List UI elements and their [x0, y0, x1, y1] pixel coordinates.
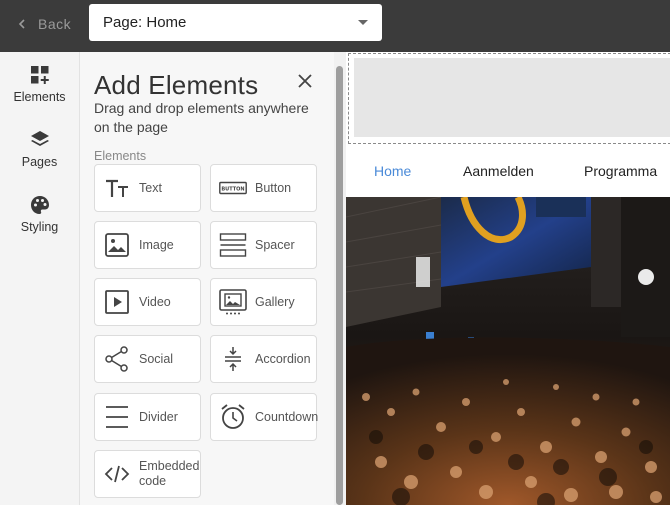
video-icon [105, 290, 129, 314]
gallery-icon [219, 289, 247, 315]
panel-title: Add Elements [94, 70, 259, 100]
top-bar: Back Page: Home [0, 0, 670, 52]
panel-scrollbar-thumb[interactable] [336, 66, 343, 505]
accordion-icon [225, 347, 241, 371]
element-label: Accordion [255, 351, 311, 366]
element-tile-gallery[interactable]: Gallery [210, 278, 317, 326]
element-tile-video[interactable]: Video [94, 278, 201, 326]
back-button[interactable]: Back [14, 14, 71, 34]
rail-item-label: Elements [13, 90, 66, 104]
element-tile-text[interactable]: Text [94, 164, 201, 212]
alarm-clock-icon [221, 404, 245, 429]
element-label: Gallery [255, 294, 295, 309]
element-label: Divider [139, 409, 178, 424]
element-tile-spacer[interactable]: Spacer [210, 221, 317, 269]
element-label: Image [139, 237, 174, 252]
element-label: Social [139, 351, 174, 366]
element-label: Countdown [255, 409, 319, 424]
left-rail: Elements Pages Styling [0, 52, 80, 505]
element-tile-button[interactable]: BUTTON Button [210, 164, 317, 212]
rail-item-elements[interactable]: Elements [0, 64, 79, 116]
chevron-left-icon [18, 19, 25, 29]
button-icon-text: BUTTON [221, 186, 244, 192]
element-label: Video [139, 294, 171, 309]
element-label: Button [255, 180, 292, 195]
element-tile-embedded-code[interactable]: Embedded code [94, 450, 201, 498]
element-tile-divider[interactable]: Divider [94, 393, 201, 441]
text-icon [106, 179, 128, 197]
divider-icon [106, 406, 128, 428]
element-label: Embedded code [139, 459, 200, 488]
page-preview: Home Aanmelden Programma [346, 52, 670, 505]
element-tile-social[interactable]: Social [94, 335, 201, 383]
grid-plus-icon [30, 66, 49, 84]
rail-item-pages[interactable]: Pages [0, 129, 79, 181]
rail-item-styling[interactable]: Styling [0, 194, 79, 246]
element-label: Text [139, 180, 162, 195]
palette-icon [30, 196, 49, 214]
element-tile-image[interactable]: Image [94, 221, 201, 269]
add-elements-panel: Add Elements Drag and drop elements anyw… [80, 52, 334, 505]
close-icon[interactable] [296, 72, 314, 90]
spacer-icon [219, 233, 247, 257]
element-label: Spacer [255, 237, 295, 252]
hero-image [346, 197, 670, 505]
element-tile-countdown[interactable]: Countdown [210, 393, 319, 441]
rail-item-label: Pages [21, 155, 58, 169]
image-icon [105, 233, 129, 257]
code-icon [104, 465, 130, 483]
nav-link-home[interactable]: Home [374, 163, 411, 179]
layers-icon [30, 131, 49, 146]
section-label: Elements [94, 149, 147, 163]
share-icon [105, 346, 128, 372]
panel-subtitle: Drag and drop elements anywhere on the p… [94, 100, 309, 135]
header-placeholder [354, 58, 670, 137]
nav-link-aanmelden[interactable]: Aanmelden [463, 163, 534, 179]
page-select[interactable]: Page: Home [89, 4, 382, 41]
element-tile-accordion[interactable]: Accordion [210, 335, 317, 383]
nav-link-programma[interactable]: Programma [584, 163, 657, 179]
page-select-value: Page: Home [103, 14, 187, 31]
chevron-down-icon [358, 20, 368, 25]
button-icon: BUTTON [219, 181, 247, 195]
conference-photo [346, 197, 670, 505]
back-label: Back [38, 16, 72, 32]
rail-item-label: Styling [20, 220, 59, 234]
